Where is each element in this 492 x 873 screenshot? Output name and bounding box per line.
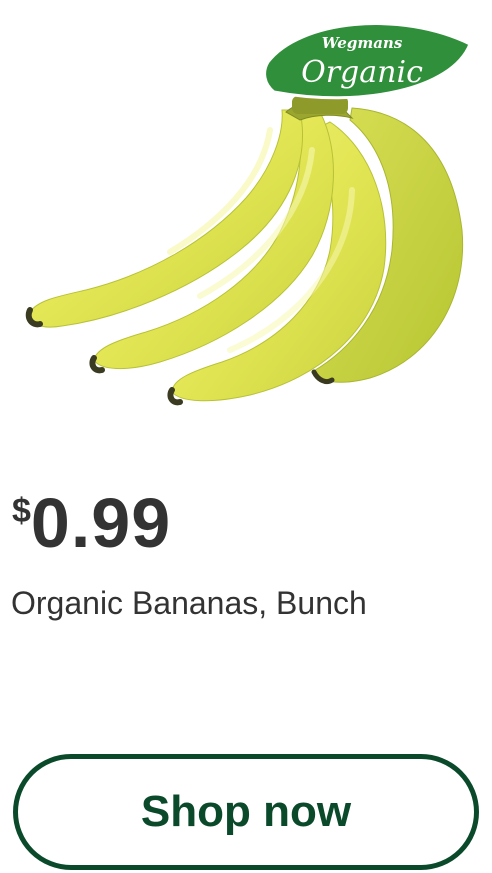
shop-now-button[interactable]: Shop now xyxy=(13,754,479,870)
product-image[interactable]: Wegmans Organic xyxy=(0,0,492,470)
badge-label: Organic xyxy=(301,55,423,90)
price-currency: $ xyxy=(12,492,31,530)
badge-brand: Wegmans xyxy=(322,34,403,52)
product-name[interactable]: Organic Bananas, Bunch xyxy=(11,585,367,622)
wegmans-organic-badge: Wegmans Organic xyxy=(263,22,472,100)
price-amount: 0.99 xyxy=(30,484,172,562)
product-card: Wegmans Organic $0.99 Organic Bananas, B… xyxy=(0,0,492,873)
product-price: $0.99 xyxy=(12,488,171,558)
